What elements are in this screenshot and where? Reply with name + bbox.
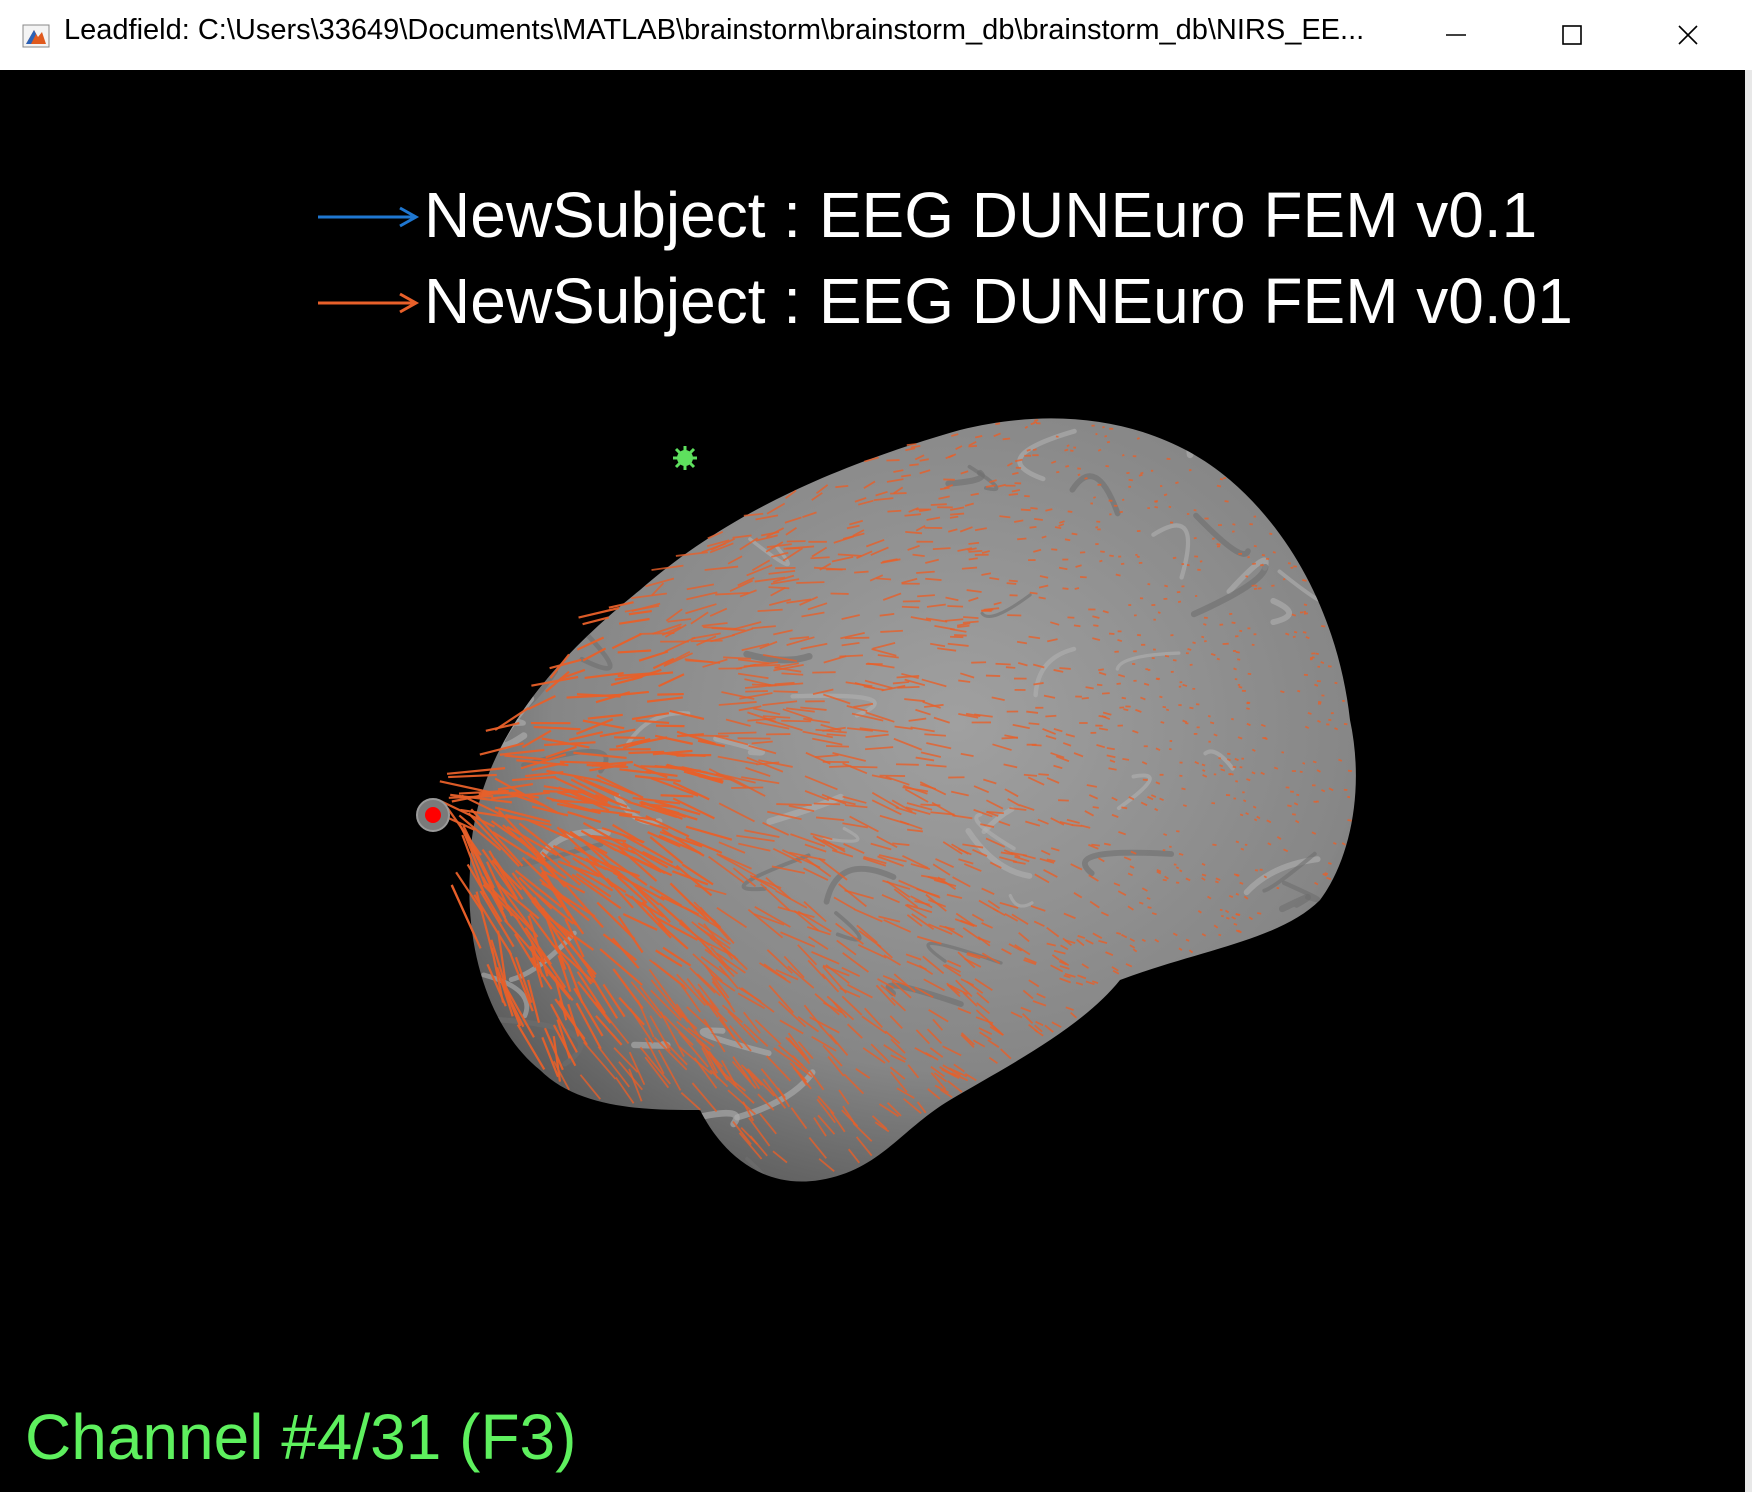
maximize-button[interactable]	[1514, 0, 1630, 70]
selected-electrode-marker[interactable]	[416, 798, 450, 832]
minimize-button[interactable]	[1398, 0, 1514, 70]
window-edge	[1745, 70, 1752, 1492]
minimize-icon	[1446, 34, 1466, 36]
window-title: Leadfield: C:\Users\33649\Documents\MATL…	[64, 14, 1365, 46]
orange-arrow-icon	[318, 292, 420, 314]
close-icon	[1678, 25, 1698, 45]
close-button[interactable]	[1630, 0, 1746, 70]
blue-arrow-icon	[318, 206, 420, 228]
leadfield-window: Leadfield: C:\Users\33649\Documents\MATL…	[0, 0, 1752, 1492]
maximize-icon	[1562, 25, 1582, 45]
title-bar[interactable]: Leadfield: C:\Users\33649\Documents\MATL…	[0, 0, 1752, 71]
3d-axes-view[interactable]: NewSubject : EEG DUNEuro FEM v0.1 NewSub…	[0, 70, 1752, 1492]
matlab-figure-icon	[22, 24, 50, 48]
channel-indicator: Channel #4/31 (F3)	[25, 1401, 577, 1473]
legend-label: NewSubject : EEG DUNEuro FEM v0.01	[424, 265, 1573, 337]
legend-label: NewSubject : EEG DUNEuro FEM v0.1	[424, 179, 1538, 251]
reference-marker	[673, 446, 697, 470]
